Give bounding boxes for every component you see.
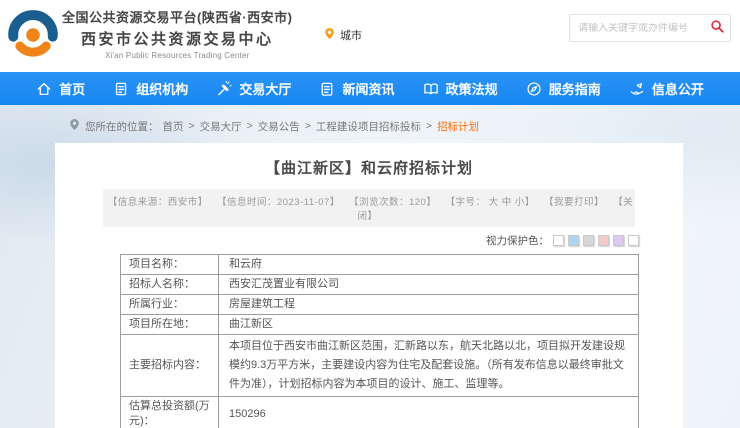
font-size-switcher[interactable]: 【字号： 大 中 小】 [445, 197, 534, 208]
field-value: 150296 [219, 397, 639, 428]
nav-label: 首页 [59, 79, 85, 98]
bid-detail-table: 项目名称： 和云府 招标人名称： 西安汇茂置业有限公司 所属行业： 房屋建筑工程… [120, 254, 639, 428]
breadcrumb-separator: > [247, 120, 253, 132]
breadcrumb-link-home[interactable]: 首页 [163, 119, 184, 134]
gavel-icon [216, 81, 232, 97]
eye-protect-swatch[interactable] [568, 235, 579, 246]
meta-source: 【信息来源：西安市】 [108, 197, 208, 208]
site-logo-icon [6, 8, 60, 62]
field-value: 西安汇茂置业有限公司 [219, 275, 639, 295]
nav-label: 服务指南 [549, 79, 601, 98]
field-label: 估算总投资额(万元)： [121, 397, 219, 428]
field-value: 本项目位于西安市曲江新区范围，汇新路以东，航天北路以北，项目拟开发建设规模约9.… [219, 335, 639, 397]
meta-time: 【信息时间：2023-11-07】 [217, 197, 340, 208]
nav-item-trading-hall[interactable]: 交易大厅 [216, 79, 291, 98]
nav-label: 交易大厅 [239, 79, 291, 98]
nav-item-home[interactable]: 首页 [36, 79, 85, 98]
content-background: 您所在的位置： 首页 > 交易大厅 > 交易公告 > 工程建设项目招标投标 > … [0, 105, 740, 428]
field-value: 和云府 [219, 255, 639, 275]
site-title-block: 全国公共资源交易平台(陕西省·西安市) 西安市公共资源交易中心 Xi'an Pu… [62, 7, 293, 60]
table-row: 所属行业： 房屋建筑工程 [121, 295, 639, 315]
nav-item-info-disclosure[interactable]: 信息公开 [629, 79, 704, 98]
compass-icon [526, 81, 542, 97]
eye-protect-row: 视力保护色： [55, 227, 683, 248]
site-title-platform: 全国公共资源交易平台(陕西省·西安市) [62, 7, 293, 26]
eye-protect-swatch[interactable] [628, 235, 639, 246]
site-title-center: 西安市公共资源交易中心 [62, 28, 293, 49]
search-button[interactable] [710, 19, 725, 37]
breadcrumb-current: 招标计划 [437, 119, 479, 134]
home-icon [36, 81, 52, 97]
table-row: 项目所在地： 曲江新区 [121, 315, 639, 335]
breadcrumb-pin-icon [68, 118, 81, 134]
news-icon [319, 81, 335, 97]
city-selector[interactable]: 城市 [323, 27, 362, 43]
table-row: 主要招标内容： 本项目位于西安市曲江新区范围，汇新路以东，航天北路以北，项目拟开… [121, 335, 639, 397]
breadcrumb-link-trading-hall[interactable]: 交易大厅 [200, 119, 242, 134]
site-title-english: Xi'an Public Resources Trading Center [62, 51, 293, 60]
breadcrumb-separator: > [305, 120, 311, 132]
field-label: 主要招标内容： [121, 335, 219, 397]
field-label: 项目名称： [121, 255, 219, 275]
table-row: 估算总投资额(万元)： 150296 [121, 397, 639, 428]
eye-protect-swatch[interactable] [613, 235, 624, 246]
eye-protect-swatch[interactable] [583, 235, 594, 246]
nav-item-service-guide[interactable]: 服务指南 [526, 79, 601, 98]
breadcrumb-separator: > [426, 120, 432, 132]
breadcrumb-prefix: 您所在的位置： [85, 119, 159, 134]
field-label: 所属行业： [121, 295, 219, 315]
table-row: 项目名称： 和云府 [121, 255, 639, 275]
nav-item-policies[interactable]: 政策法规 [423, 79, 498, 98]
article-meta-bar: 【信息来源：西安市】 【信息时间：2023-11-07】 【浏览次数：120】 … [103, 189, 635, 227]
nav-item-organization[interactable]: 组织机构 [113, 79, 188, 98]
breadcrumb-link-construction-bidding[interactable]: 工程建设项目招标投标 [316, 119, 421, 134]
main-nav: 首页 组织机构 交易大厅 新闻资讯 [0, 72, 740, 105]
nav-label: 政策法规 [446, 79, 498, 98]
open-book-icon [423, 81, 439, 97]
article-panel: 【曲江新区】和云府招标计划 【信息来源：西安市】 【信息时间：2023-11-0… [55, 143, 683, 428]
location-pin-icon [323, 27, 336, 43]
table-row: 招标人名称： 西安汇茂置业有限公司 [121, 275, 639, 295]
field-value: 房屋建筑工程 [219, 295, 639, 315]
search-input[interactable] [578, 23, 710, 34]
eye-protect-label: 视力保护色： [486, 233, 549, 248]
city-label: 城市 [340, 27, 362, 43]
nav-label: 信息公开 [652, 79, 704, 98]
nav-label: 新闻资讯 [342, 79, 394, 98]
document-icon [113, 81, 129, 97]
hand-share-icon [629, 81, 645, 97]
search-icon [710, 19, 725, 37]
field-label: 项目所在地： [121, 315, 219, 335]
eye-protect-swatch[interactable] [553, 235, 564, 246]
field-value: 曲江新区 [219, 315, 639, 335]
page-title: 【曲江新区】和云府招标计划 [55, 143, 683, 178]
nav-item-news[interactable]: 新闻资讯 [319, 79, 394, 98]
eye-protect-swatch[interactable] [598, 235, 609, 246]
meta-view-count: 【浏览次数：120】 [349, 197, 436, 208]
site-header: 全国公共资源交易平台(陕西省·西安市) 西安市公共资源交易中心 Xi'an Pu… [0, 0, 740, 72]
nav-label: 组织机构 [136, 79, 188, 98]
breadcrumb-link-trade-notice[interactable]: 交易公告 [258, 119, 300, 134]
field-label: 招标人名称： [121, 275, 219, 295]
print-button[interactable]: 【我要打印】 [544, 197, 604, 208]
search-box [569, 14, 731, 42]
breadcrumb-separator: > [189, 120, 195, 132]
breadcrumb: 您所在的位置： 首页 > 交易大厅 > 交易公告 > 工程建设项目招标投标 > … [0, 105, 740, 134]
